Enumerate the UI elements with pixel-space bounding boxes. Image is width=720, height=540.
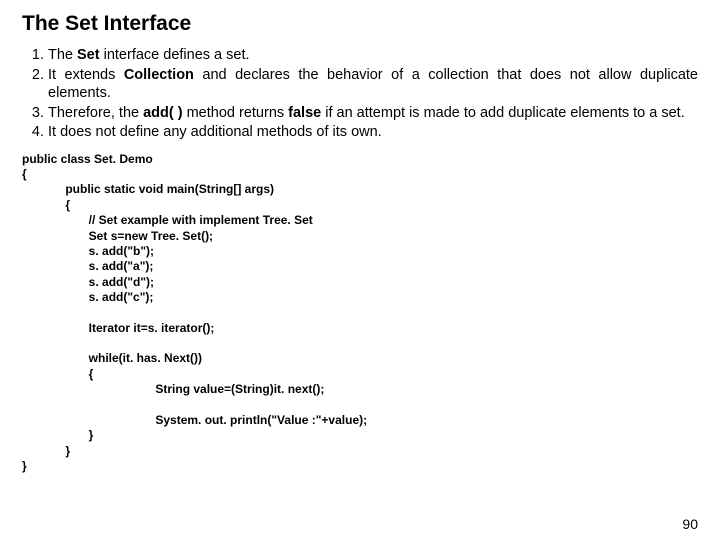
text: It extends bbox=[48, 67, 124, 83]
numbered-list: The Set interface defines a set. It exte… bbox=[22, 46, 698, 142]
list-item: It does not define any additional method… bbox=[48, 123, 698, 142]
text: if an attempt is made to add duplicate e… bbox=[321, 105, 685, 121]
bold-text: Set bbox=[77, 47, 100, 63]
code-block: public class Set. Demo { public static v… bbox=[22, 152, 698, 475]
bold-text: add( ) bbox=[143, 105, 182, 121]
text: interface defines a set. bbox=[100, 47, 250, 63]
bold-text: Collection bbox=[124, 67, 194, 83]
bold-text: false bbox=[288, 105, 321, 121]
text: method returns bbox=[183, 105, 289, 121]
page-title: The Set Interface bbox=[22, 12, 698, 36]
text: It does not define any additional method… bbox=[48, 124, 382, 140]
text: Therefore, the bbox=[48, 105, 143, 121]
list-item: Therefore, the add( ) method returns fal… bbox=[48, 104, 698, 123]
slide-number: 90 bbox=[682, 516, 698, 532]
text: The bbox=[48, 47, 77, 63]
list-item: The Set interface defines a set. bbox=[48, 46, 698, 65]
list-item: It extends Collection and declares the b… bbox=[48, 66, 698, 103]
